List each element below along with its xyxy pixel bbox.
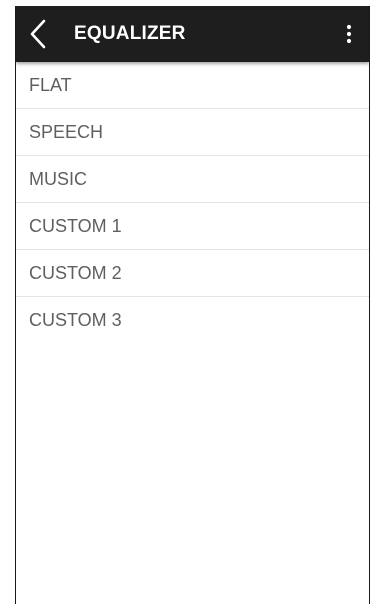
preset-item-music[interactable]: MUSIC <box>16 156 369 203</box>
phone-screen: EQUALIZER FLAT SPEECH MUSIC CUSTOM 1 CUS… <box>15 6 370 604</box>
preset-list: FLAT SPEECH MUSIC CUSTOM 1 CUSTOM 2 CUST… <box>16 62 369 343</box>
preset-item-flat[interactable]: FLAT <box>16 62 369 109</box>
back-button[interactable] <box>16 6 60 62</box>
overflow-menu-button[interactable] <box>331 6 367 62</box>
preset-item-custom-3[interactable]: CUSTOM 3 <box>16 297 369 343</box>
preset-item-custom-1[interactable]: CUSTOM 1 <box>16 203 369 250</box>
page-title: EQUALIZER <box>74 23 186 44</box>
chevron-left-icon <box>30 19 46 49</box>
preset-item-custom-2[interactable]: CUSTOM 2 <box>16 250 369 297</box>
more-vertical-icon <box>346 24 352 44</box>
app-bar: EQUALIZER <box>16 6 369 62</box>
preset-item-speech[interactable]: SPEECH <box>16 109 369 156</box>
